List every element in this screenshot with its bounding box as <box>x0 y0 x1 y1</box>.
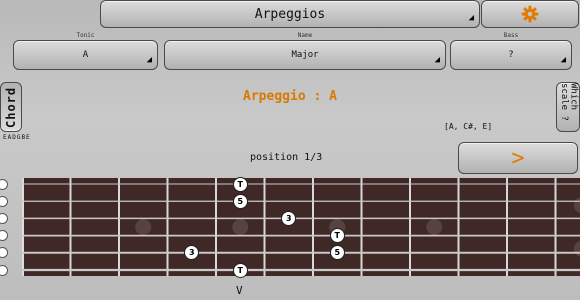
note-marker[interactable]: T <box>232 176 248 192</box>
fret-inlay <box>232 219 249 235</box>
fretboard-shade <box>22 178 580 276</box>
open-string-marker[interactable] <box>0 230 8 242</box>
dropdown-arrow-icon: ◢ <box>434 55 440 65</box>
which-scale-button[interactable]: Which scale ? <box>556 82 580 132</box>
name-dropdown[interactable]: Major ◢ <box>164 40 446 70</box>
fretboard-graphic <box>22 178 580 276</box>
next-position-button[interactable]: > <box>458 142 578 174</box>
open-string-marker[interactable] <box>0 212 8 224</box>
gear-icon <box>521 5 539 23</box>
fretboard[interactable]: T53T35T <box>0 176 580 278</box>
position-indicator: position 1/3 <box>250 152 323 163</box>
position-marker: V <box>236 284 243 297</box>
dropdown-arrow-icon: ◢ <box>146 55 152 65</box>
note-marker[interactable]: 5 <box>232 193 248 209</box>
arpeggio-notes: [A, C#, E] <box>444 122 493 131</box>
next-arrow-icon: > <box>511 145 525 171</box>
mode-dropdown-label: Arpeggios <box>254 6 326 22</box>
bass-label: Bass <box>503 32 519 39</box>
fret-inlay <box>426 219 443 235</box>
bass-dropdown[interactable]: ? ◢ <box>450 40 572 70</box>
open-string-marker[interactable] <box>0 195 8 207</box>
dropdown-arrow-icon: ◢ <box>468 13 474 23</box>
note-marker[interactable]: T <box>329 228 345 244</box>
tuning-label: EADGBE <box>3 134 31 141</box>
fret-inlay <box>135 219 152 235</box>
tonic-dropdown[interactable]: A ◢ <box>13 40 158 70</box>
note-marker[interactable]: 5 <box>329 245 345 261</box>
arpeggio-title: Arpeggio : A <box>243 89 337 104</box>
mode-dropdown[interactable]: Arpeggios ◢ <box>100 0 480 28</box>
open-string-marker[interactable] <box>0 264 8 276</box>
nut <box>22 178 24 276</box>
tonic-label: Tonic <box>76 32 95 39</box>
dropdown-arrow-icon: ◢ <box>560 55 566 65</box>
tonic-value: A <box>82 50 89 60</box>
bass-value: ? <box>508 50 514 60</box>
name-label: Name <box>297 32 313 39</box>
note-marker[interactable]: T <box>232 262 248 278</box>
settings-button[interactable] <box>481 0 579 28</box>
which-scale-label: Which scale ? <box>559 83 579 121</box>
open-string-marker[interactable] <box>0 178 8 190</box>
open-string-marker[interactable] <box>0 247 8 259</box>
name-value: Major <box>291 50 319 60</box>
